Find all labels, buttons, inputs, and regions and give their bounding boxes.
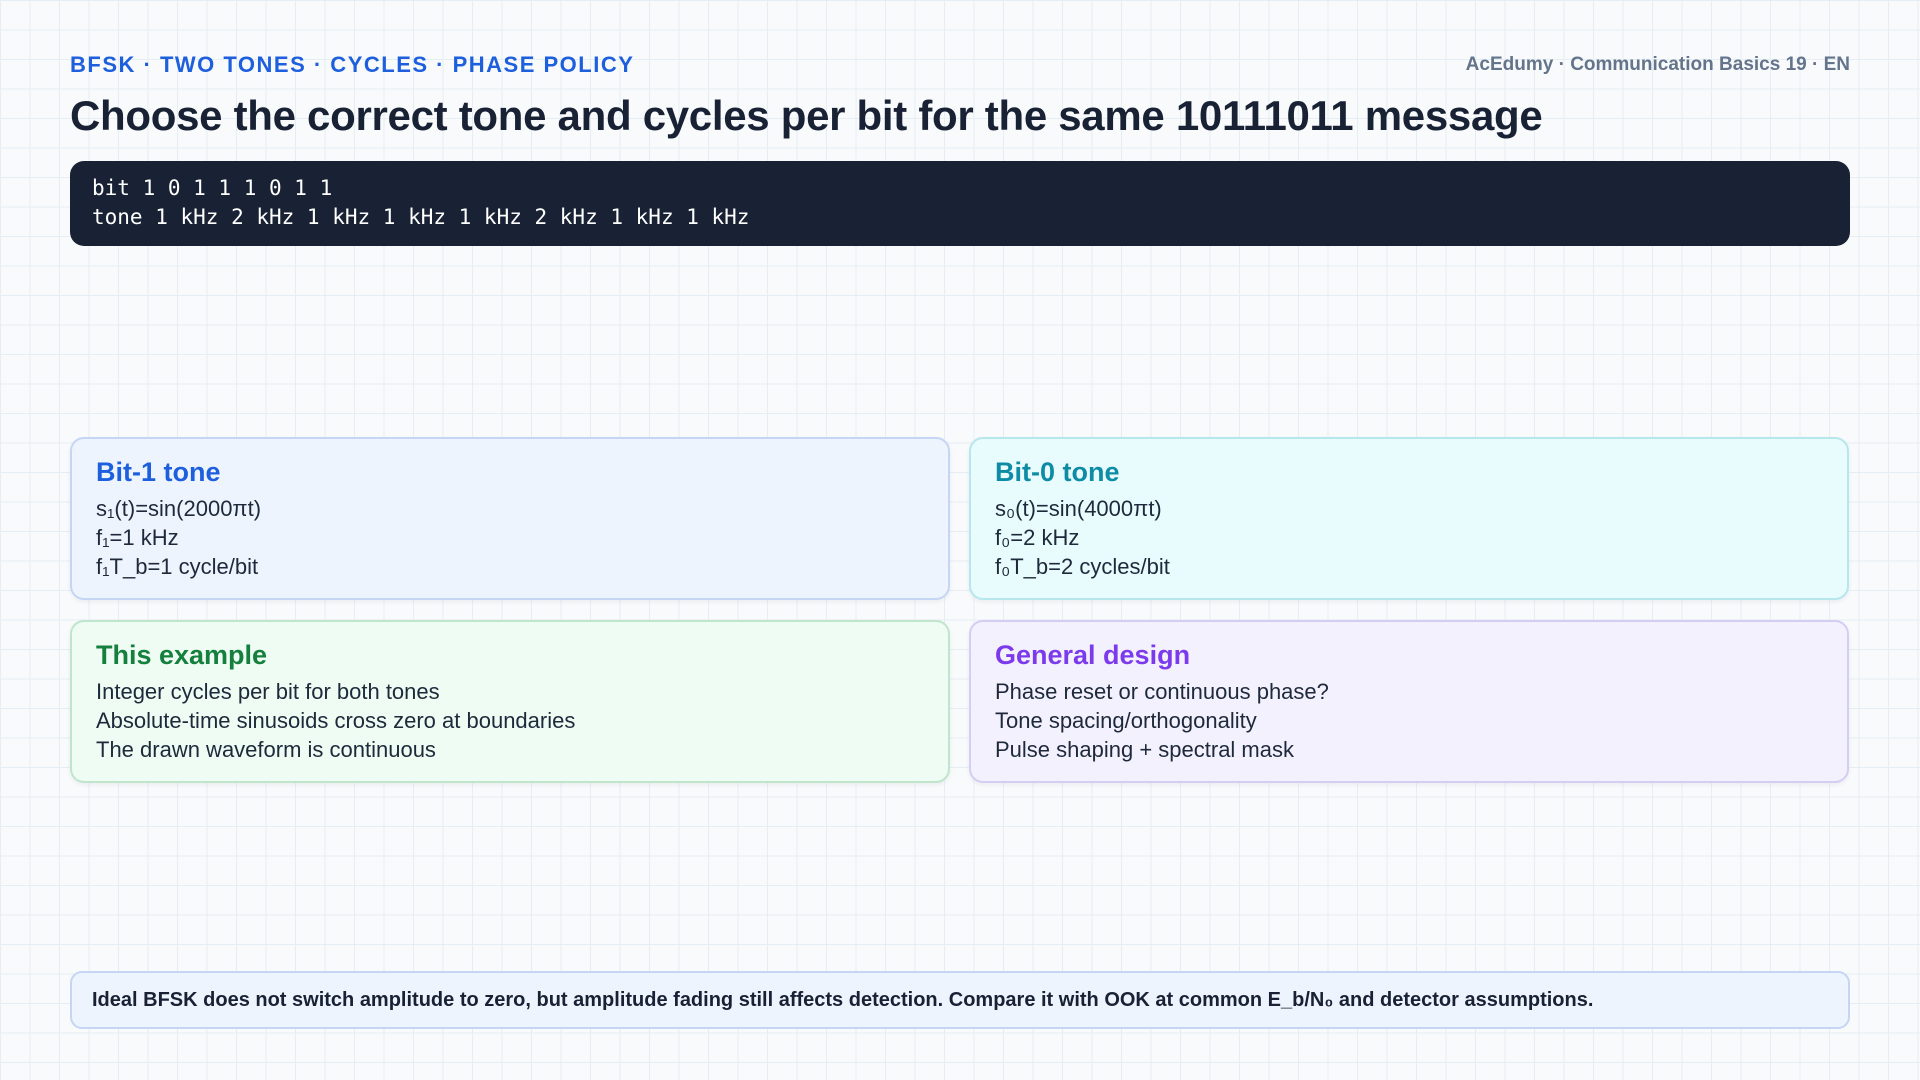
card-title: This example bbox=[96, 640, 268, 670]
card-title: Bit-0 tone bbox=[995, 457, 1120, 487]
topic-kicker: BFSK · TWO TONES · CYCLES · PHASE POLICY bbox=[70, 52, 635, 77]
card-line: f₁T_b=1 cycle/bit bbox=[96, 554, 259, 579]
bit0-tone-card: Bit-0 tone s₀(t)=sin(4000πt) f₀=2 kHz f₀… bbox=[969, 437, 1849, 600]
card-line: The drawn waveform is continuous bbox=[96, 737, 436, 762]
footnote-callout: Ideal BFSK does not switch amplitude to … bbox=[70, 971, 1850, 1029]
general-design-card: General design Phase reset or continuous… bbox=[969, 620, 1849, 783]
example-card: This example Integer cycles per bit for … bbox=[70, 620, 950, 783]
bit-tone-mapping-block: bit 1 0 1 1 1 0 1 1 tone 1 kHz 2 kHz 1 k… bbox=[70, 161, 1850, 246]
card-line: f₁=1 kHz bbox=[96, 525, 179, 550]
card-line: Tone spacing/orthogonality bbox=[995, 708, 1257, 733]
course-brand: AcEdumy · Communication Basics 19 · EN bbox=[1465, 54, 1850, 75]
tone-sequence-line: tone 1 kHz 2 kHz 1 kHz 1 kHz 1 kHz 2 kHz… bbox=[92, 205, 750, 229]
page-title: Choose the correct tone and cycles per b… bbox=[70, 92, 1543, 139]
card-line: Pulse shaping + spectral mask bbox=[995, 737, 1294, 762]
footnote-text: Ideal BFSK does not switch amplitude to … bbox=[92, 988, 1594, 1011]
card-line: Phase reset or continuous phase? bbox=[995, 679, 1329, 704]
card-line: s₀(t)=sin(4000πt) bbox=[995, 496, 1162, 521]
bit-sequence-line: bit 1 0 1 1 1 0 1 1 bbox=[92, 176, 333, 200]
card-line: Absolute-time sinusoids cross zero at bo… bbox=[96, 708, 576, 733]
header-bar: BFSK · TWO TONES · CYCLES · PHASE POLICY… bbox=[70, 52, 1850, 78]
card-line: f₀=2 kHz bbox=[995, 525, 1080, 550]
bit1-tone-card: Bit-1 tone s₁(t)=sin(2000πt) f₁=1 kHz f₁… bbox=[70, 437, 950, 600]
card-line: s₁(t)=sin(2000πt) bbox=[96, 496, 262, 521]
card-title: Bit-1 tone bbox=[96, 457, 221, 487]
card-line: f₀T_b=2 cycles/bit bbox=[995, 554, 1170, 579]
card-line: Integer cycles per bit for both tones bbox=[96, 679, 440, 704]
card-title: General design bbox=[995, 640, 1191, 670]
